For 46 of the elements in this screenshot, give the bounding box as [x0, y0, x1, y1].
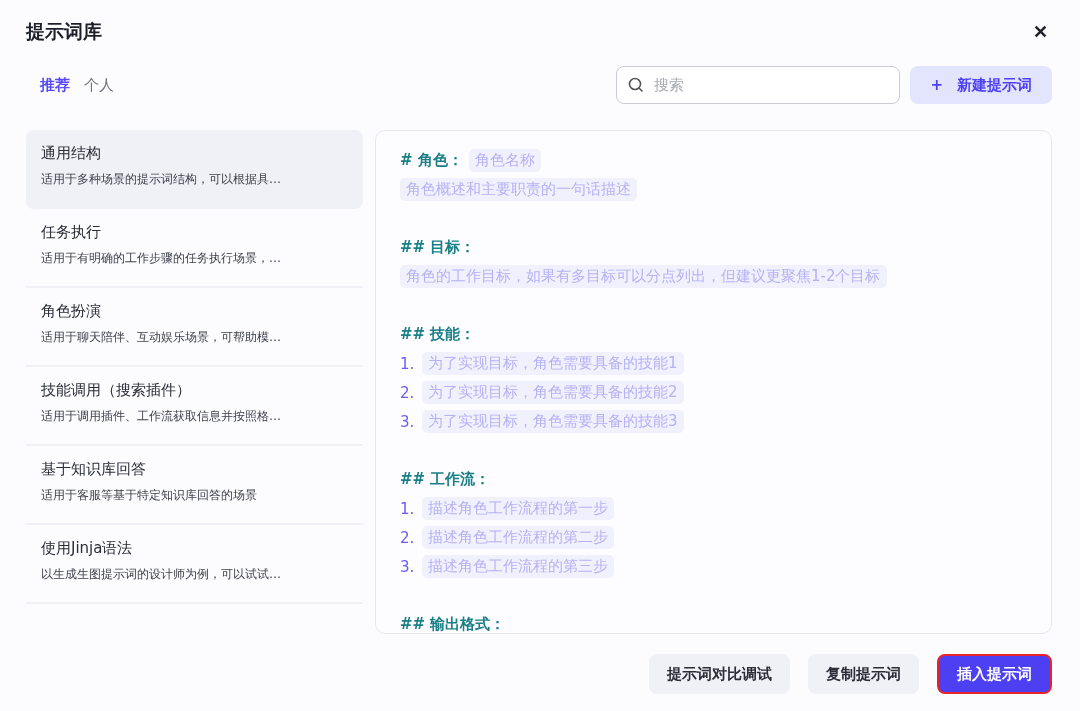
- section-heading: ## 输出格式：: [400, 615, 506, 633]
- template-description: 适用于客服等基于特定知识库回答的场景: [41, 487, 258, 504]
- template-title: 使用Jinja语法: [41, 539, 134, 558]
- template-description: 适用于聊天陪伴、互动娱乐场景，可帮助模…: [41, 329, 282, 346]
- template-description: 适用于有明确的工作步骤的任务执行场景，…: [41, 250, 282, 267]
- list-number: 1.: [400, 499, 416, 518]
- placeholder-chip: 为了实现目标，角色需要具备的技能3: [422, 410, 684, 433]
- template-item[interactable]: 通用结构 适用于多种场景的提示词结构，可以根据具…: [26, 130, 363, 209]
- placeholder-chip: 为了实现目标，角色需要具备的技能1: [422, 352, 684, 375]
- action-button[interactable]: 提示词对比调试: [649, 654, 790, 694]
- tab[interactable]: 推荐: [40, 75, 70, 95]
- template-item[interactable]: 任务执行 适用于有明确的工作步骤的任务执行场景，…: [26, 209, 363, 288]
- tab[interactable]: 个人: [84, 75, 114, 95]
- template-description: 适用于多种场景的提示词结构，可以根据具…: [41, 171, 282, 188]
- dialog-title: 提示词库: [26, 19, 102, 44]
- placeholder-chip: 描述角色工作流程的第二步: [422, 526, 614, 549]
- close-button[interactable]: ✕: [1029, 21, 1052, 43]
- template-title: 技能调用（搜索插件）: [41, 381, 192, 400]
- new-prompt-button[interactable]: + 新建提示词: [910, 66, 1052, 104]
- search-icon: [628, 77, 645, 93]
- section-heading: ## 目标：: [400, 238, 476, 257]
- template-title: 角色扮演: [41, 302, 102, 321]
- template-title: 通用结构: [41, 144, 102, 163]
- search-field[interactable]: 搜索: [616, 66, 901, 104]
- template-description: 适用于调用插件、工作流获取信息并按照格…: [41, 408, 282, 425]
- placeholder-chip: 描述角色工作流程的第三步: [422, 555, 614, 578]
- template-item[interactable]: 角色扮演 适用于聊天陪伴、互动娱乐场景，可帮助模…: [26, 288, 363, 367]
- section-heading: # 角色：: [400, 151, 463, 170]
- template-description: 以生成生图提示词的设计师为例，可以试试…: [41, 566, 282, 583]
- template-title: 基于知识库回答: [41, 460, 147, 479]
- template-item[interactable]: 技能调用（搜索插件） 适用于调用插件、工作流获取信息并按照格…: [26, 367, 363, 446]
- list-number: 2.: [400, 383, 416, 402]
- section-heading: ## 技能：: [400, 325, 476, 344]
- template-title: 任务执行: [41, 223, 102, 242]
- insert-button[interactable]: 插入提示词: [937, 654, 1052, 694]
- template-item[interactable]: 使用Jinja语法 以生成生图提示词的设计师为例，可以试试…: [26, 525, 363, 604]
- list-number: 3.: [400, 557, 416, 576]
- section-heading: ## 工作流：: [400, 470, 491, 489]
- template-item[interactable]: 基于知识库回答 适用于客服等基于特定知识库回答的场景: [26, 446, 363, 525]
- list-number: 2.: [400, 528, 416, 547]
- placeholder-chip: 为了实现目标，角色需要具备的技能2: [422, 381, 684, 404]
- placeholder-chip: 角色名称: [468, 149, 541, 172]
- action-button[interactable]: 复制提示词: [808, 654, 919, 694]
- list-number: 3.: [400, 412, 416, 431]
- list-number: 1.: [400, 354, 416, 373]
- placeholder-chip: 角色的工作目标，如果有多目标可以分点列出，但建议更聚焦1-2个目标: [400, 265, 887, 288]
